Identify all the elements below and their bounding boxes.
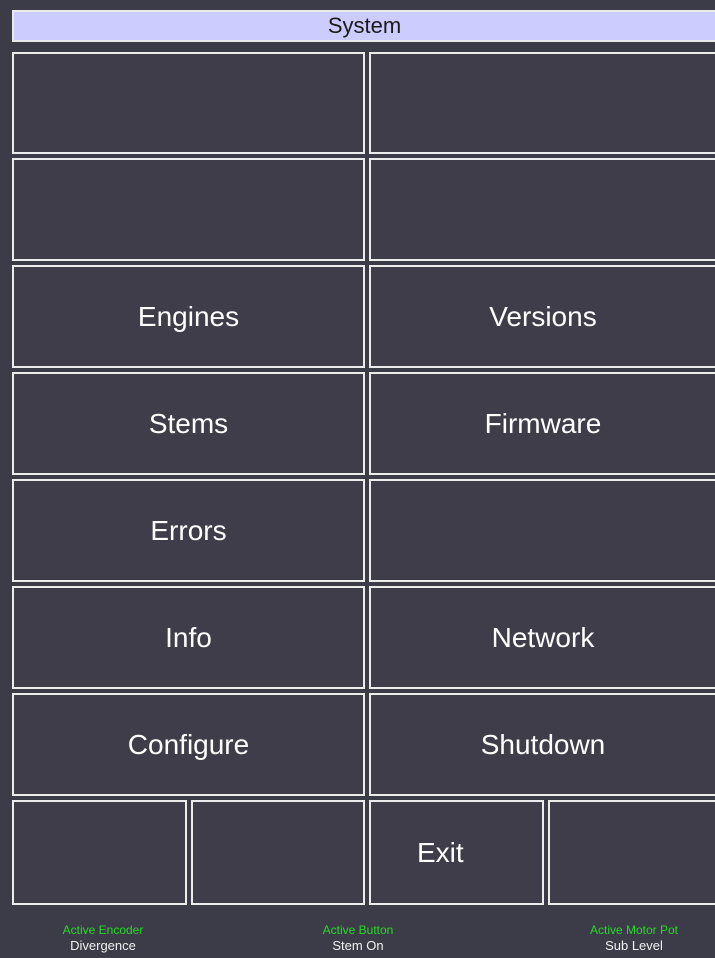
exit-button[interactable]: Exit: [369, 800, 544, 905]
status-button-label: Active Button: [322, 923, 394, 937]
stems-button[interactable]: Stems: [12, 372, 365, 475]
versions-button[interactable]: Versions: [369, 265, 715, 368]
status-motor-pot-label: Active Motor Pot: [589, 923, 679, 937]
configure-button[interactable]: Configure: [12, 693, 365, 796]
engines-button[interactable]: Engines: [12, 265, 365, 368]
blank-button-r2-right[interactable]: [369, 158, 715, 261]
page-title: System: [12, 10, 715, 42]
status-encoder-label: Active Encoder: [62, 923, 144, 937]
status-active-encoder: Active Encoder Divergence: [3, 922, 203, 954]
status-encoder-value: Divergence: [70, 938, 136, 953]
info-button[interactable]: Info: [12, 586, 365, 689]
status-active-motor-pot: Active Motor Pot Sub Level: [534, 922, 715, 954]
blank-button-bottom-4[interactable]: [548, 800, 715, 905]
blank-button-r1-left[interactable]: [12, 52, 365, 154]
blank-button-r5-right[interactable]: [369, 479, 715, 582]
blank-button-r1-right[interactable]: [369, 52, 715, 154]
blank-button-bottom-2[interactable]: [191, 800, 365, 905]
firmware-button[interactable]: Firmware: [369, 372, 715, 475]
blank-button-bottom-1[interactable]: [12, 800, 187, 905]
shutdown-button[interactable]: Shutdown: [369, 693, 715, 796]
status-button-value: Stem On: [332, 938, 384, 953]
status-motor-pot-value: Sub Level: [605, 938, 663, 953]
network-button[interactable]: Network: [369, 586, 715, 689]
errors-button[interactable]: Errors: [12, 479, 365, 582]
blank-button-r2-left[interactable]: [12, 158, 365, 261]
status-active-button: Active Button Stem On: [258, 922, 458, 954]
system-screen: System Engines Versions Stems Firmware E…: [0, 0, 715, 958]
